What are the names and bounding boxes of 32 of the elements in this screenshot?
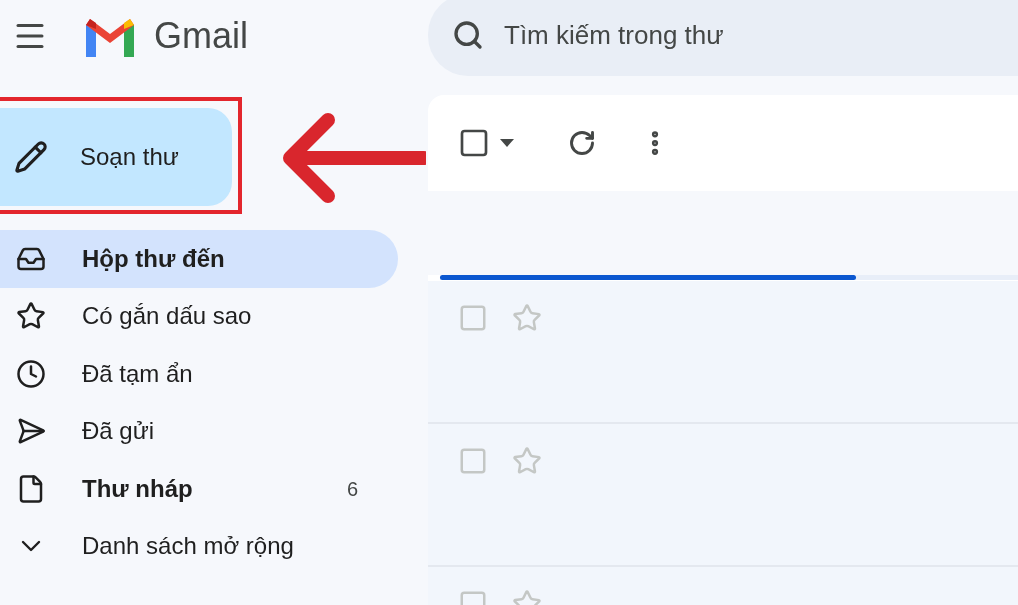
search-field[interactable]: Tìm kiếm trong thư [428,0,1018,76]
nav-label: Đã gửi [82,416,155,447]
mail-row[interactable] [428,281,1018,424]
nav-item[interactable]: Hộp thư đến [0,230,398,288]
refresh-icon[interactable] [568,129,596,157]
nav-item[interactable]: Thư nháp 6 [0,460,398,518]
nav-label: Đã tạm ẩn [82,358,193,389]
star-icon[interactable] [512,303,542,333]
nav-item[interactable]: Đã gửi [0,402,398,460]
nav-label: Danh sách mở rộng [82,531,294,562]
row-checkbox[interactable] [458,446,488,476]
nav-item[interactable]: Có gắn dấu sao [0,287,398,345]
select-all-checkbox[interactable] [458,127,490,159]
send-icon [16,416,46,447]
chevron-down-icon [21,540,41,553]
nav-label: Thư nháp [82,473,193,504]
caret-icon[interactable] [500,139,514,147]
mail-row[interactable] [428,424,1018,567]
nav-label: Có gắn dấu sao [82,301,252,332]
compose-button[interactable]: Soạn thư [0,108,232,206]
star-icon[interactable] [512,446,542,476]
nav-item[interactable]: Đã tạm ẩn [0,345,398,403]
nav-count: 6 [346,476,358,502]
star-icon [16,301,46,332]
pencil-icon [14,140,48,174]
row-checkbox[interactable] [458,303,488,333]
nav-item[interactable]: Danh sách mở rộng [0,517,398,575]
search-input[interactable]: Tìm kiếm trong thư [504,15,904,55]
nav-label: Hộp thư đến [82,243,225,274]
clock-icon [16,358,46,389]
logo-text: Gmail [154,18,248,54]
search-icon [452,19,484,51]
